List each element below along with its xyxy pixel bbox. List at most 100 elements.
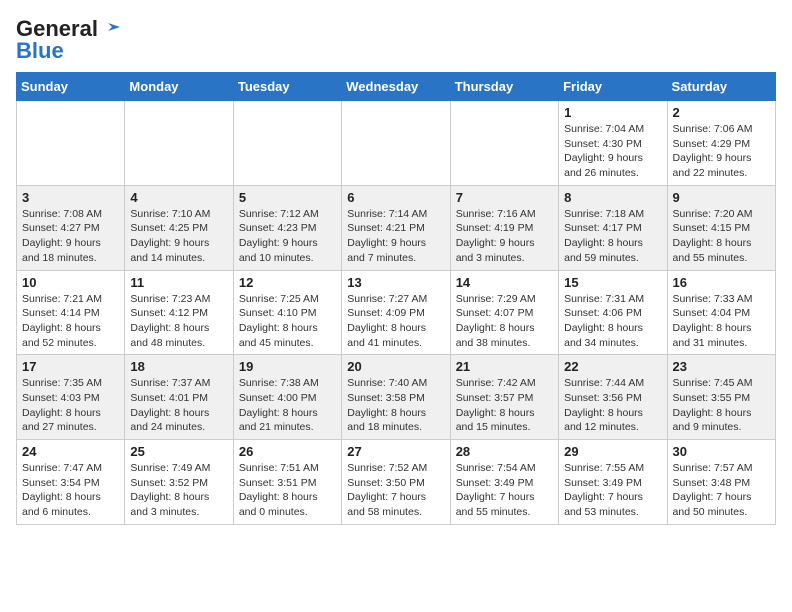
calendar-cell: 24 Sunrise: 7:47 AM Sunset: 3:54 PM Dayli… [17,440,125,525]
calendar-header-wednesday: Wednesday [342,73,450,101]
calendar-cell: 20Sunrise: 7:40 AM Sunset: 3:58 PM Dayli… [342,355,450,440]
day-number: 8 [564,190,661,205]
day-info: Sunrise: 7:55 AM Sunset: 3:49 PM Dayligh… [564,461,661,520]
calendar-cell: 4 Sunrise: 7:10 AM Sunset: 4:25 PM Daylig… [125,185,233,270]
day-info: Sunrise: 7:23 AM Sunset: 4:12 PM Dayligh… [130,292,227,351]
day-number: 1 [564,105,661,120]
day-info: Sunrise: 7:35 AM Sunset: 4:03 PM Dayligh… [22,376,119,435]
calendar-cell: 1Sunrise: 7:04 AM Sunset: 4:30 PM Daylig… [559,101,667,186]
day-info: Sunrise: 7:10 AM Sunset: 4:25 PM Dayligh… [130,207,227,266]
calendar-cell [450,101,558,186]
calendar-cell: 8 Sunrise: 7:18 AM Sunset: 4:17 PM Daylig… [559,185,667,270]
header: General Blue [16,16,776,64]
day-info: Sunrise: 7:47 AM Sunset: 3:54 PM Dayligh… [22,461,119,520]
calendar-cell: 17 Sunrise: 7:35 AM Sunset: 4:03 PM Dayli… [17,355,125,440]
day-info: Sunrise: 7:54 AM Sunset: 3:49 PM Dayligh… [456,461,553,520]
day-number: 17 [22,359,119,374]
day-number: 25 [130,444,227,459]
calendar-header-sunday: Sunday [17,73,125,101]
day-info: Sunrise: 7:49 AM Sunset: 3:52 PM Dayligh… [130,461,227,520]
calendar-cell: 23 Sunrise: 7:45 AM Sunset: 3:55 PM Dayli… [667,355,775,440]
day-info: Sunrise: 7:25 AM Sunset: 4:10 PM Dayligh… [239,292,336,351]
day-number: 27 [347,444,444,459]
day-info: Sunrise: 7:29 AM Sunset: 4:07 PM Dayligh… [456,292,553,351]
calendar-cell: 3 Sunrise: 7:08 AM Sunset: 4:27 PM Daylig… [17,185,125,270]
calendar-cell: 28 Sunrise: 7:54 AM Sunset: 3:49 PM Dayli… [450,440,558,525]
day-number: 9 [673,190,770,205]
calendar-cell: 9 Sunrise: 7:20 AM Sunset: 4:15 PM Daylig… [667,185,775,270]
day-number: 13 [347,275,444,290]
logo-blue: Blue [16,38,64,64]
day-number: 4 [130,190,227,205]
calendar-week-row: 3 Sunrise: 7:08 AM Sunset: 4:27 PM Daylig… [17,185,776,270]
day-info: Sunrise: 7:18 AM Sunset: 4:17 PM Dayligh… [564,207,661,266]
calendar-cell [233,101,341,186]
day-number: 23 [673,359,770,374]
calendar-header-row: SundayMondayTuesdayWednesdayThursdayFrid… [17,73,776,101]
day-info: Sunrise: 7:08 AM Sunset: 4:27 PM Dayligh… [22,207,119,266]
calendar-cell: 27 Sunrise: 7:52 AM Sunset: 3:50 PM Dayli… [342,440,450,525]
calendar-cell: 19 Sunrise: 7:38 AM Sunset: 4:00 PM Dayli… [233,355,341,440]
day-number: 24 [22,444,119,459]
calendar-header-friday: Friday [559,73,667,101]
logo: General Blue [16,16,120,64]
day-number: 26 [239,444,336,459]
day-number: 2 [673,105,770,120]
calendar-cell [125,101,233,186]
calendar-cell: 12Sunrise: 7:25 AM Sunset: 4:10 PM Dayli… [233,270,341,355]
calendar-cell: 6 Sunrise: 7:14 AM Sunset: 4:21 PM Daylig… [342,185,450,270]
calendar-cell: 10 Sunrise: 7:21 AM Sunset: 4:14 PM Dayli… [17,270,125,355]
day-info: Sunrise: 7:33 AM Sunset: 4:04 PM Dayligh… [673,292,770,351]
day-info: Sunrise: 7:52 AM Sunset: 3:50 PM Dayligh… [347,461,444,520]
calendar-week-row: 1Sunrise: 7:04 AM Sunset: 4:30 PM Daylig… [17,101,776,186]
calendar-week-row: 10 Sunrise: 7:21 AM Sunset: 4:14 PM Dayli… [17,270,776,355]
day-number: 28 [456,444,553,459]
calendar-table: SundayMondayTuesdayWednesdayThursdayFrid… [16,72,776,525]
calendar-cell: 22 Sunrise: 7:44 AM Sunset: 3:56 PM Dayli… [559,355,667,440]
calendar-cell: 30Sunrise: 7:57 AM Sunset: 3:48 PM Dayli… [667,440,775,525]
day-info: Sunrise: 7:38 AM Sunset: 4:00 PM Dayligh… [239,376,336,435]
day-info: Sunrise: 7:44 AM Sunset: 3:56 PM Dayligh… [564,376,661,435]
day-info: Sunrise: 7:16 AM Sunset: 4:19 PM Dayligh… [456,207,553,266]
day-number: 19 [239,359,336,374]
day-number: 21 [456,359,553,374]
day-number: 10 [22,275,119,290]
day-number: 6 [347,190,444,205]
calendar-week-row: 24 Sunrise: 7:47 AM Sunset: 3:54 PM Dayli… [17,440,776,525]
day-info: Sunrise: 7:21 AM Sunset: 4:14 PM Dayligh… [22,292,119,351]
day-info: Sunrise: 7:14 AM Sunset: 4:21 PM Dayligh… [347,207,444,266]
calendar-cell: 7 Sunrise: 7:16 AM Sunset: 4:19 PM Daylig… [450,185,558,270]
calendar-cell: 13 Sunrise: 7:27 AM Sunset: 4:09 PM Dayli… [342,270,450,355]
day-info: Sunrise: 7:27 AM Sunset: 4:09 PM Dayligh… [347,292,444,351]
day-number: 3 [22,190,119,205]
day-info: Sunrise: 7:40 AM Sunset: 3:58 PM Dayligh… [347,376,444,435]
calendar-header-saturday: Saturday [667,73,775,101]
day-number: 7 [456,190,553,205]
calendar-cell: 21 Sunrise: 7:42 AM Sunset: 3:57 PM Dayli… [450,355,558,440]
calendar-header-monday: Monday [125,73,233,101]
day-number: 16 [673,275,770,290]
calendar-cell: 16 Sunrise: 7:33 AM Sunset: 4:04 PM Dayli… [667,270,775,355]
day-number: 22 [564,359,661,374]
calendar-cell [17,101,125,186]
day-info: Sunrise: 7:42 AM Sunset: 3:57 PM Dayligh… [456,376,553,435]
day-number: 5 [239,190,336,205]
day-info: Sunrise: 7:31 AM Sunset: 4:06 PM Dayligh… [564,292,661,351]
calendar-cell: 15Sunrise: 7:31 AM Sunset: 4:06 PM Dayli… [559,270,667,355]
calendar-cell: 18Sunrise: 7:37 AM Sunset: 4:01 PM Dayli… [125,355,233,440]
calendar-cell: 2 Sunrise: 7:06 AM Sunset: 4:29 PM Daylig… [667,101,775,186]
day-info: Sunrise: 7:37 AM Sunset: 4:01 PM Dayligh… [130,376,227,435]
calendar-week-row: 17 Sunrise: 7:35 AM Sunset: 4:03 PM Dayli… [17,355,776,440]
day-info: Sunrise: 7:20 AM Sunset: 4:15 PM Dayligh… [673,207,770,266]
calendar-cell: 29 Sunrise: 7:55 AM Sunset: 3:49 PM Dayli… [559,440,667,525]
calendar-cell [342,101,450,186]
day-info: Sunrise: 7:45 AM Sunset: 3:55 PM Dayligh… [673,376,770,435]
day-info: Sunrise: 7:06 AM Sunset: 4:29 PM Dayligh… [673,122,770,181]
day-number: 11 [130,275,227,290]
day-number: 14 [456,275,553,290]
calendar-header-thursday: Thursday [450,73,558,101]
day-number: 29 [564,444,661,459]
day-number: 30 [673,444,770,459]
calendar-cell: 5 Sunrise: 7:12 AM Sunset: 4:23 PM Daylig… [233,185,341,270]
day-info: Sunrise: 7:12 AM Sunset: 4:23 PM Dayligh… [239,207,336,266]
